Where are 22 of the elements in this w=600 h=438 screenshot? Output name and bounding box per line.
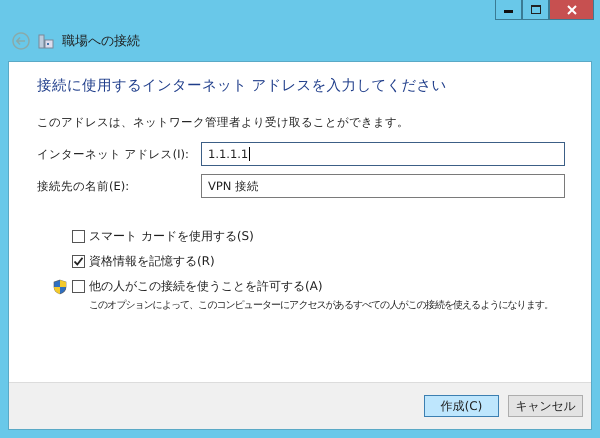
- shield-icon: [53, 278, 67, 294]
- page-heading: 接続に使用するインターネット アドレスを入力してください: [37, 77, 448, 95]
- checkbox-label[interactable]: スマート カードを使用する(S): [89, 228, 254, 245]
- minimize-button[interactable]: [495, 0, 522, 20]
- field-label: 接続先の名前(E):: [37, 178, 130, 194]
- close-button[interactable]: [549, 0, 594, 20]
- checkbox[interactable]: [72, 230, 85, 243]
- cancel-button[interactable]: キャンセル: [508, 395, 583, 417]
- window-title: 職場への接続: [62, 33, 140, 50]
- checkbox-label[interactable]: 他の人がこの接続を使うことを許可する(A): [89, 278, 323, 295]
- field-label: インターネット アドレス(I):: [37, 146, 190, 162]
- checkbox[interactable]: [72, 280, 85, 293]
- text-field[interactable]: VPN 接続: [201, 174, 565, 198]
- checkbox[interactable]: [72, 255, 85, 268]
- create-button[interactable]: 作成(C): [424, 395, 499, 417]
- maximize-button[interactable]: [522, 0, 549, 20]
- option-description: このオプションによって、このコンピューターにアクセスがあるすべての人がこの接続を使えるようになります。: [89, 298, 554, 312]
- intro-text: このアドレスは、ネットワーク管理者より受け取ることができます。: [37, 115, 410, 130]
- close-icon: [566, 4, 576, 14]
- checkbox-label[interactable]: 資格情報を記憶する(R): [89, 253, 215, 270]
- network-icon: [38, 33, 54, 49]
- text-field[interactable]: 1.1.1.1: [201, 142, 565, 166]
